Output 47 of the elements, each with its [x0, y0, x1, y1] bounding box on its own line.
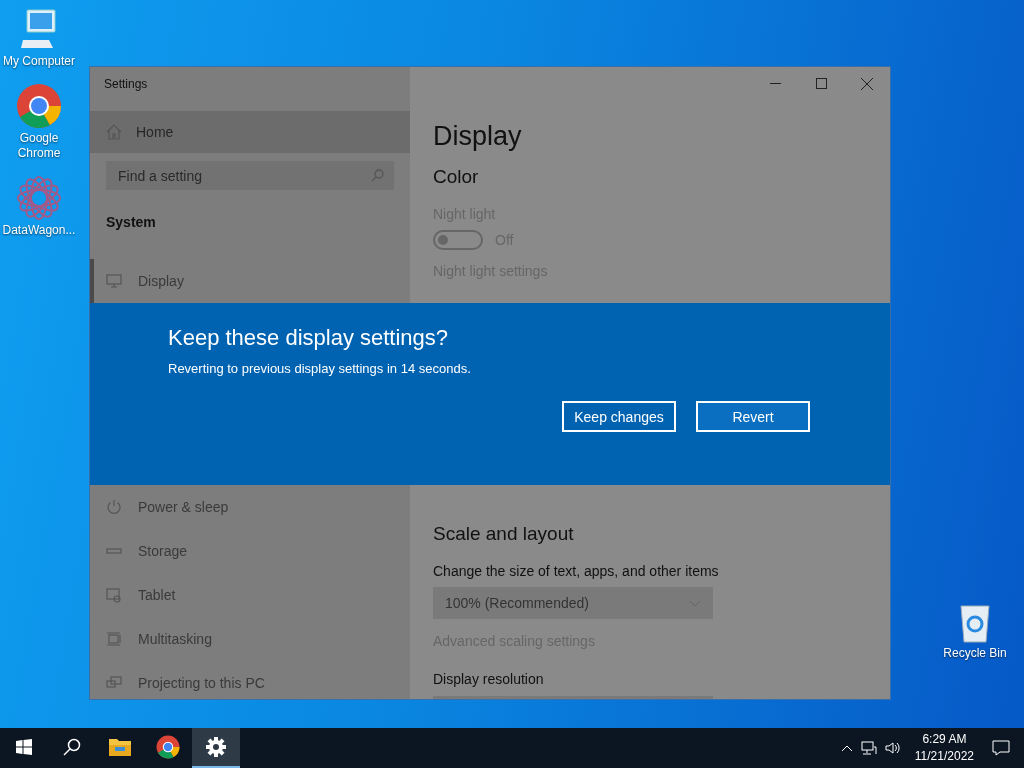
- sidebar-item[interactable]: Storage: [90, 529, 410, 573]
- volume-icon[interactable]: [884, 741, 901, 755]
- network-icon[interactable]: [860, 741, 877, 755]
- sidebar-item[interactable]: Multitasking: [90, 617, 410, 661]
- setting-label: Change the size of text, apps, and other items: [433, 563, 720, 579]
- page-title: Display: [433, 121, 523, 152]
- dialog-button[interactable]: Keep changes: [562, 401, 676, 432]
- maximize-icon: [815, 78, 827, 89]
- power-icon: [106, 499, 122, 515]
- section-heading: System: [106, 214, 157, 230]
- chrome-icon: [156, 735, 180, 759]
- sidebar-item[interactable]: Projecting to this PC: [90, 661, 410, 699]
- desktop-icon-label[interactable]: My Computer: [3, 54, 75, 69]
- windows-icon: [16, 739, 32, 755]
- search-icon: [63, 738, 81, 756]
- desktop-icon-label[interactable]: Google Chrome: [0, 131, 78, 161]
- gear-icon: [206, 737, 226, 757]
- clock[interactable]: 6:29 AM 11/21/2022: [914, 731, 974, 765]
- multitasking-icon: [106, 631, 122, 647]
- chrome-icon: [16, 83, 62, 129]
- taskbar-button[interactable]: [192, 728, 240, 768]
- projecting-icon: [106, 675, 122, 691]
- dialog-button[interactable]: Revert: [696, 401, 810, 432]
- search-field[interactable]: Find a setting: [106, 161, 394, 190]
- star-pattern-icon: [16, 175, 62, 221]
- chevron-up-icon[interactable]: [840, 744, 853, 752]
- sidebar-item[interactable]: Tablet: [90, 573, 410, 617]
- search-icon: [371, 169, 384, 183]
- minimize-icon: [769, 83, 781, 84]
- dialog-title: Keep these display settings?: [168, 325, 450, 351]
- tablet-icon: [106, 587, 122, 603]
- home-item[interactable]: Home: [90, 111, 410, 154]
- dropdown-field[interactable]: 100% (Recommended): [433, 587, 713, 619]
- sidebar-item[interactable]: Power & sleep: [90, 485, 410, 529]
- desktop-icon-label[interactable]: Recycle Bin: [943, 646, 1007, 661]
- window-title: Settings: [104, 77, 149, 93]
- close-icon: [861, 77, 873, 90]
- notification-icon[interactable]: [992, 740, 1010, 756]
- toggle-switch[interactable]: [433, 230, 483, 250]
- dialog-message: Reverting to previous display settings in 14 seconds.: [168, 361, 472, 376]
- section-heading: Scale and layout: [433, 523, 575, 545]
- setting-label: Display resolution: [433, 671, 545, 687]
- monitor-icon: [106, 273, 122, 289]
- folder-icon: [108, 737, 132, 757]
- home-icon: [106, 124, 122, 141]
- section-heading: Color: [433, 166, 480, 188]
- desktop-icon-label[interactable]: DataWagon...: [2, 223, 76, 238]
